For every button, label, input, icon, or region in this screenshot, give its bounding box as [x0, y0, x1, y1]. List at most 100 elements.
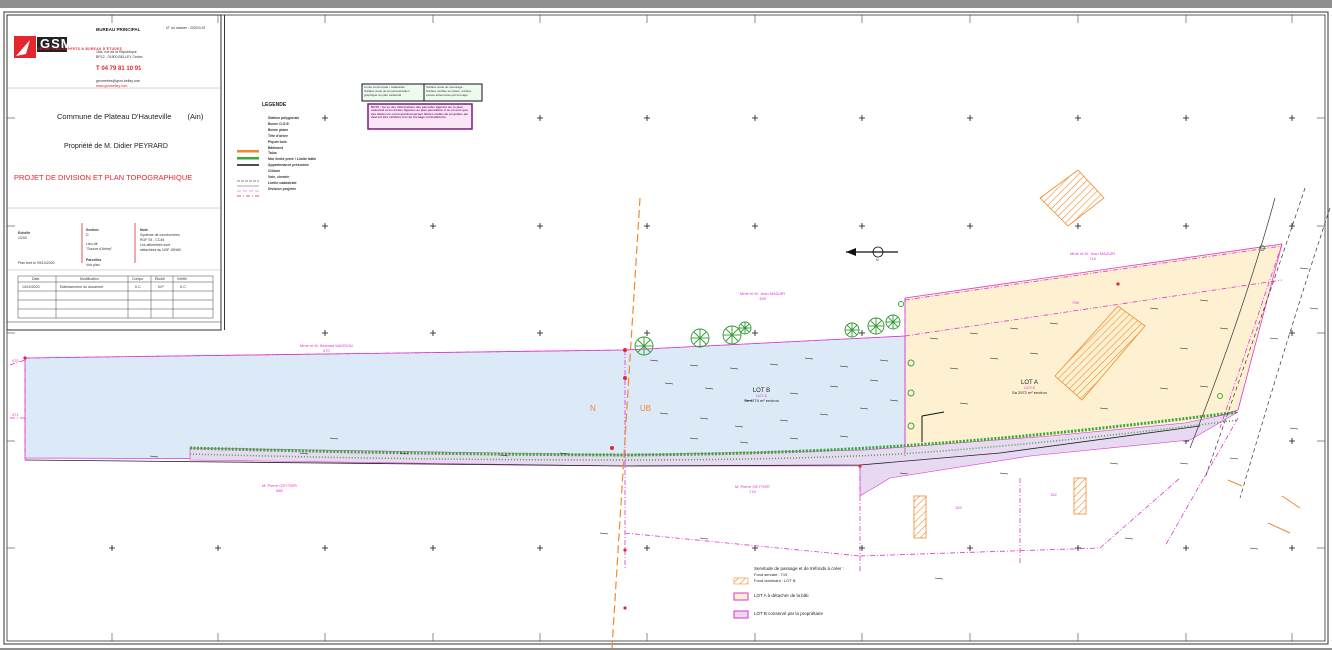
owner-bl-label: Mme et M. Bernard MASSON 470 [300, 343, 353, 353]
building-annex-2 [1073, 477, 1087, 515]
right-marks [1227, 479, 1301, 534]
owner-title: Propriété de M. Didier PEYRARD [64, 143, 168, 150]
grid-cross [644, 223, 650, 229]
grid-cross [215, 545, 221, 551]
place-label: Lieu-dit [86, 242, 98, 246]
legend-item: Borne O.G.E. [268, 121, 290, 126]
legend-item: Talus [268, 151, 277, 156]
history-row-compo: K.C [135, 285, 141, 289]
tree [867, 317, 885, 335]
address-line-2: BP12 - 01500 BELLEY Cedex [96, 55, 143, 59]
history-header-modification: Modification [80, 277, 99, 281]
parcel-153: 153 [955, 505, 962, 510]
scale-label: Echelle [18, 231, 31, 235]
grid-cross [322, 330, 328, 336]
note-green-right-2: Surface vérifiée sur place, surface exac… [426, 89, 472, 97]
legend-box-lot-a [733, 592, 749, 601]
servitude-item-2: Fond dominant : LOT B [754, 578, 796, 583]
survey-date: Plan levé le 09/10/2020 [18, 261, 55, 265]
owner-bottom-mid-ref: 719 [749, 489, 756, 494]
grid-cross [859, 115, 865, 121]
office-email: geometres@gsm-belley.com [96, 79, 141, 83]
legend-item: Limite cadastrale [268, 180, 297, 185]
spot-height [1229, 457, 1239, 460]
grid-cross [859, 223, 865, 229]
grid-cross [430, 545, 436, 551]
parcel-152: 152 [1050, 492, 1057, 497]
legend-item: Appartenance présumée [268, 163, 309, 168]
grid-cross [1289, 330, 1295, 336]
grid-cross [1289, 115, 1295, 121]
notes-line-3: Les altimétries sont [140, 243, 171, 247]
parcel-471: 471 [12, 412, 19, 417]
grid-cross [1183, 115, 1189, 121]
grid-cross [967, 223, 973, 229]
grid-cross [644, 115, 650, 121]
history-row-modification: Etablissement du document [60, 285, 104, 289]
legend-item: Piquet bois [268, 139, 287, 144]
file-number: N° du dossier : 2020/3 AT [166, 26, 206, 30]
address-line-1: 1bis, rue de la République [96, 50, 137, 54]
history-header-date: Date [32, 277, 40, 281]
zone-n-label: N [590, 404, 596, 413]
grid-cross [1183, 223, 1189, 229]
parcel-470: 470 [12, 358, 19, 363]
tree [844, 322, 860, 338]
spot-height [1299, 267, 1309, 270]
grid-cross [322, 545, 328, 551]
grid-cross [1183, 545, 1189, 551]
history-row-date: 14/10/2020 [22, 285, 40, 289]
grid-cross [967, 545, 973, 551]
building-top [1039, 169, 1105, 227]
tree [738, 321, 752, 335]
grid-cross [1289, 223, 1295, 229]
grid-cross [537, 115, 543, 121]
scale-value: 1/200 [18, 236, 27, 240]
lot-b-label: LOT B 1471.D Sa 4774 m² environ [744, 388, 779, 403]
spot-height [599, 532, 609, 535]
legend-item: Voie, chemin [268, 175, 290, 179]
spot-height [1309, 307, 1319, 310]
commune-title: Commune de Plateau D'Hauteville (Ain) [57, 112, 203, 121]
spot-height [1124, 537, 1134, 540]
grid-cross [537, 330, 543, 336]
tree [690, 328, 710, 348]
grid-cross [1289, 545, 1295, 551]
grid-cross [644, 545, 650, 551]
lot-a-area-text: Sa 2972 m² environ [1012, 390, 1047, 395]
parcel-708: 708 [1072, 300, 1079, 305]
servitude-title: Servitude de passage et de tréfonds à cr… [754, 566, 845, 571]
owner-bl-ref: 470 [323, 348, 330, 353]
spot-height [934, 577, 944, 580]
note-purple: NOTA : Au vu des informations des parcel… [371, 105, 469, 120]
servitude-item-1: Fond servant : 719 [754, 572, 788, 577]
building-annex-1 [913, 495, 927, 539]
spot-height [1269, 337, 1279, 340]
legend-swatch-servitude [733, 577, 749, 585]
grid-cross [752, 223, 758, 229]
lot-b-area-text: Sa 4774 m² environ [744, 398, 779, 403]
grid-cross [537, 545, 543, 551]
owner-bottom-mid-label: M. Pierre GEYTIER 719 [735, 484, 770, 494]
grid-cross [537, 223, 543, 229]
parcels-label: Parcelles [86, 258, 102, 262]
grid-cross [1075, 223, 1081, 229]
grid-cross [752, 330, 758, 336]
owner-top-ref: 459 [759, 296, 766, 301]
legend-symbols [237, 150, 259, 197]
history-header-etudie: Étudié [155, 277, 165, 281]
department: (Ain) [187, 112, 204, 121]
owner-tr-label: Mme et M. Jean MAZUIR 710 [1070, 251, 1115, 261]
plan-canvas [3, 11, 1331, 648]
office-web: www.gsmbelley.com [96, 84, 128, 88]
grid-cross [1289, 438, 1295, 444]
grid-cross [322, 115, 328, 121]
spot-height [1249, 547, 1259, 550]
owner-bottom-left-label: M. Pierre GEYTIER 885 [262, 483, 297, 493]
parcels-value: Voir plan [86, 263, 100, 267]
north-label: N [876, 258, 879, 262]
section-label: Section [86, 228, 99, 232]
grid-cross [644, 330, 650, 336]
tree [722, 325, 742, 345]
grid-cross [430, 223, 436, 229]
